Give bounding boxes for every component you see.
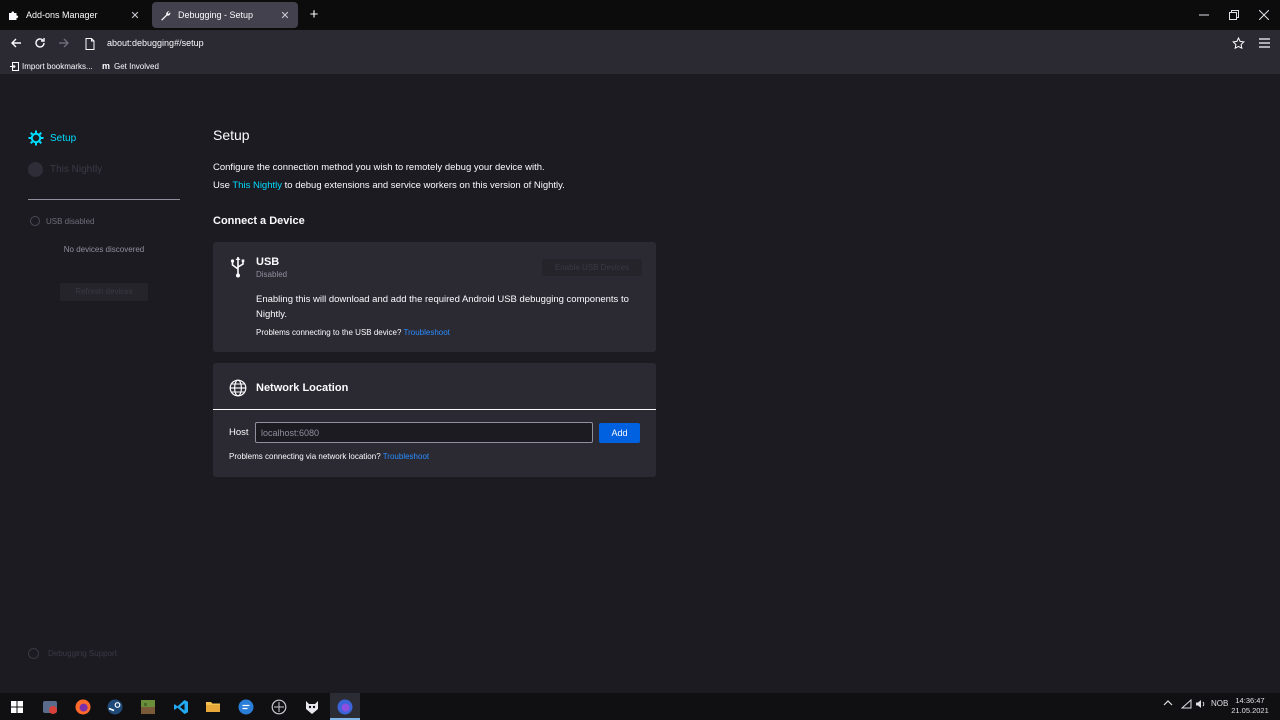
bookmarks-toolbar: Import bookmarks... m Get Involved (0, 56, 1280, 75)
taskbar: NOB 14:36:47 21.05.2021 (0, 693, 1280, 720)
input-language[interactable]: NOB (1211, 699, 1228, 708)
bookmark-star-icon[interactable] (1230, 35, 1246, 51)
sidebar-divider (28, 199, 180, 200)
new-tab-button[interactable]: + (306, 7, 322, 23)
game-client-icon[interactable] (270, 698, 287, 715)
show-hidden-icons-icon[interactable] (1163, 699, 1173, 709)
firefox-nightly-icon[interactable] (336, 698, 353, 715)
globe-icon (229, 379, 247, 397)
gear-icon (28, 130, 44, 146)
wrench-icon (159, 9, 171, 21)
usb-trouble-label: Problems connecting to the USB device? (256, 328, 402, 337)
usb-icon (229, 256, 247, 278)
network-trouble-label: Problems connecting via network location… (229, 452, 381, 461)
url-bar[interactable]: about:debugging#/setup (80, 33, 1252, 53)
page-title: Setup (213, 127, 250, 143)
hamburger-menu-icon[interactable] (1256, 35, 1272, 51)
this-nightly-link[interactable]: This Nightly (232, 180, 282, 191)
minecraft-icon[interactable] (139, 698, 156, 715)
bookmark-import[interactable]: Import bookmarks... (9, 59, 93, 73)
wifi-icon[interactable] (1180, 698, 1192, 711)
bookmark-label: Import bookmarks... (22, 61, 93, 71)
tab-label: Add-ons Manager (26, 10, 98, 20)
sidebar-item-setup[interactable]: Setup (28, 130, 76, 146)
network-card-divider (213, 409, 656, 410)
network-location-card: Network Location Host Add Problems conne… (213, 363, 656, 477)
tab-strip: Add-ons Manager ✕ Debugging - Setup ✕ + (0, 0, 1280, 30)
host-input[interactable] (255, 422, 593, 443)
close-window-icon[interactable] (1255, 6, 1273, 24)
usb-card-status: Disabled (256, 270, 288, 279)
usb-card-title: USB (256, 256, 280, 268)
restore-icon[interactable] (1225, 6, 1243, 24)
minimize-icon[interactable] (1195, 6, 1213, 24)
add-host-button[interactable]: Add (599, 423, 640, 443)
url-text: about:debugging#/setup (107, 38, 204, 48)
usb-troubleshoot-text: Problems connecting to the USB device? T… (256, 328, 450, 337)
speaker-icon[interactable] (1195, 699, 1206, 711)
sidebar-debugging-support[interactable]: Debugging Support (28, 648, 117, 659)
sidebar-usb-status: USB disabled (30, 216, 94, 226)
help-icon (28, 648, 39, 659)
usb-status-label: USB disabled (46, 216, 95, 226)
usb-troubleshoot-link[interactable]: Troubleshoot (404, 328, 450, 337)
navigation-toolbar: about:debugging#/setup (0, 30, 1280, 56)
page-content: Setup This Nightly USB disabled No devic… (0, 75, 1280, 693)
creature-app-icon[interactable] (303, 698, 320, 715)
bookmark-get-involved[interactable]: m Get Involved (101, 59, 159, 73)
bookmark-label: Get Involved (114, 61, 159, 71)
sidebar-item-label: Setup (50, 132, 77, 144)
back-icon[interactable] (8, 35, 24, 51)
tab-debugging-setup[interactable]: Debugging - Setup ✕ (152, 2, 298, 28)
forward-icon[interactable] (56, 35, 72, 51)
vscode-icon[interactable] (172, 698, 189, 715)
clock-date: 21.05.2021 (1231, 706, 1269, 715)
intro-text: Configure the connection method you wish… (213, 162, 545, 173)
sidebar-item-this-nightly[interactable]: This Nightly (28, 162, 102, 177)
enable-usb-devices-button[interactable]: Enable USB Devices (542, 259, 642, 276)
intro-suffix: to debug extensions and service workers … (282, 180, 565, 191)
page-icon (85, 37, 97, 50)
import-icon (9, 61, 19, 71)
network-card-title: Network Location (256, 382, 349, 394)
file-explorer-icon[interactable] (204, 698, 221, 715)
network-troubleshoot-text: Problems connecting via network location… (229, 452, 429, 461)
host-label: Host (229, 427, 249, 438)
chat-app-icon[interactable] (237, 698, 254, 715)
info-icon (30, 216, 40, 226)
steam-icon[interactable] (106, 698, 123, 715)
tab-addons-manager[interactable]: Add-ons Manager ✕ (0, 2, 148, 28)
intro-prefix: Use (213, 180, 233, 191)
close-tab-icon[interactable]: ✕ (278, 8, 292, 22)
tab-label: Debugging - Setup (178, 10, 254, 20)
reload-icon[interactable] (32, 35, 48, 51)
mozilla-m-icon: m (101, 61, 110, 71)
intro-text-nightly: Use This Nightly to debug extensions and… (213, 180, 565, 191)
windows-start-icon[interactable] (8, 698, 25, 715)
connect-device-heading: Connect a Device (213, 215, 305, 227)
nightly-logo-icon (28, 162, 43, 177)
puzzle-icon (7, 9, 19, 21)
sidebar-item-label: This Nightly (50, 164, 103, 175)
refresh-devices-button[interactable]: Refresh devices (60, 283, 148, 301)
usb-card-description: Enabling this will download and add the … (256, 294, 629, 320)
clock-time: 14:36:47 (1235, 696, 1265, 705)
support-label: Debugging Support (48, 649, 117, 658)
firefox-icon[interactable] (74, 698, 91, 715)
app-launcher-icon[interactable] (41, 698, 58, 715)
network-troubleshoot-link[interactable]: Troubleshoot (383, 452, 429, 461)
usb-card: USB Disabled Enable USB Devices Enabling… (213, 242, 656, 352)
system-clock[interactable]: 14:36:47 21.05.2021 (1230, 696, 1270, 716)
no-devices-message: No devices discovered (63, 245, 145, 254)
close-tab-icon[interactable]: ✕ (128, 8, 142, 22)
